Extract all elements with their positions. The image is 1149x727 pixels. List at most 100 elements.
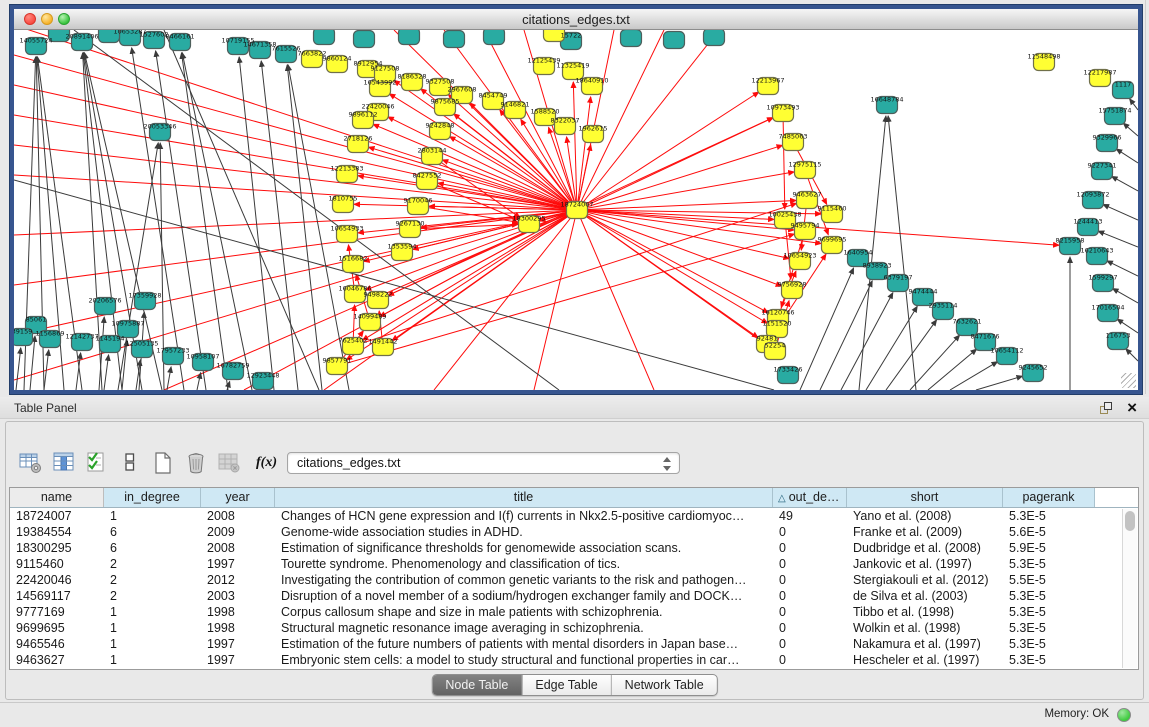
table-cell[interactable]: 9777169 bbox=[10, 604, 104, 620]
graph-node[interactable] bbox=[664, 32, 685, 49]
table-cell[interactable]: 0 bbox=[773, 556, 847, 572]
float-panel-icon[interactable] bbox=[1100, 402, 1113, 415]
graph-node[interactable] bbox=[621, 30, 642, 47]
table-row[interactable]: 969969511998Structural magnetic resonanc… bbox=[10, 620, 1138, 636]
table-settings-button[interactable] bbox=[17, 449, 45, 477]
table-cell[interactable]: 5.3E-5 bbox=[1003, 604, 1095, 620]
table-cell[interactable]: 5.5E-5 bbox=[1003, 572, 1095, 588]
table-cell[interactable]: 1 bbox=[104, 652, 201, 668]
table-row[interactable]: 1872400712008Changes of HCN gene express… bbox=[10, 508, 1138, 524]
table-cell[interactable]: Nakamura et al. (1997) bbox=[847, 636, 1003, 652]
table-cell[interactable]: 5.3E-5 bbox=[1003, 588, 1095, 604]
table-cell[interactable]: Embryonic stem cells: a model to study s… bbox=[275, 652, 773, 668]
table-cell[interactable]: Changes of HCN gene expression and I(f) … bbox=[275, 508, 773, 524]
table-cell[interactable]: Disruption of a novel member of a sodium… bbox=[275, 588, 773, 604]
graph-node[interactable] bbox=[354, 31, 375, 48]
table-cell[interactable]: 9463627 bbox=[10, 652, 104, 668]
table-cell[interactable]: 9699695 bbox=[10, 620, 104, 636]
table-cell[interactable]: 2 bbox=[104, 572, 201, 588]
graph-node[interactable] bbox=[704, 30, 725, 46]
column-header-in_degree[interactable]: in_degree bbox=[104, 488, 201, 507]
table-cell[interactable]: 18300295 bbox=[10, 540, 104, 556]
table-cell[interactable]: Wolkin et al. (1998) bbox=[847, 620, 1003, 636]
table-select-dropdown[interactable]: citations_edges.txt bbox=[287, 452, 680, 474]
table-cell[interactable]: Estimation of significance thresholds fo… bbox=[275, 540, 773, 556]
table-cell[interactable]: Structural magnetic resonance image aver… bbox=[275, 620, 773, 636]
table-row[interactable]: 911546021997Tourette syndrome. Phenomeno… bbox=[10, 556, 1138, 572]
table-row[interactable]: 2242004622012Investigating the contribut… bbox=[10, 572, 1138, 588]
table-cell[interactable]: 0 bbox=[773, 652, 847, 668]
table-cell[interactable]: Franke et al. (2009) bbox=[847, 524, 1003, 540]
graph-node[interactable] bbox=[399, 30, 420, 45]
column-header-year[interactable]: year bbox=[201, 488, 275, 507]
table-cell[interactable]: 1997 bbox=[201, 652, 275, 668]
table-cell[interactable]: 2009 bbox=[201, 524, 275, 540]
row-select-button[interactable] bbox=[83, 449, 111, 477]
memory-status-icon[interactable] bbox=[1117, 708, 1131, 722]
new-table-button[interactable] bbox=[149, 449, 177, 477]
table-cell[interactable]: Stergiakouli et al. (2012) bbox=[847, 572, 1003, 588]
table-row[interactable]: 977716911998Corpus callosum shape and si… bbox=[10, 604, 1138, 620]
table-cell[interactable]: Investigating the contribution of common… bbox=[275, 572, 773, 588]
table-cell[interactable]: 2012 bbox=[201, 572, 275, 588]
table-cell[interactable]: 1998 bbox=[201, 620, 275, 636]
scrollbar-thumb[interactable] bbox=[1125, 511, 1135, 531]
table-cell[interactable]: Estimation of the future numbers of pati… bbox=[275, 636, 773, 652]
table-cell[interactable]: 6 bbox=[104, 540, 201, 556]
table-cell[interactable]: 0 bbox=[773, 524, 847, 540]
table-cell[interactable]: 5.3E-5 bbox=[1003, 652, 1095, 668]
table-cell[interactable]: 2 bbox=[104, 556, 201, 572]
table-cell[interactable]: 14569117 bbox=[10, 588, 104, 604]
table-cell[interactable]: 5.3E-5 bbox=[1003, 556, 1095, 572]
table-cell[interactable]: 0 bbox=[773, 540, 847, 556]
table-cell[interactable]: Yano et al. (2008) bbox=[847, 508, 1003, 524]
table-cell[interactable]: Corpus callosum shape and size in male p… bbox=[275, 604, 773, 620]
table-row[interactable]: 1456911722003Disruption of a novel membe… bbox=[10, 588, 1138, 604]
table-cell[interactable]: 5.6E-5 bbox=[1003, 524, 1095, 540]
table-row[interactable]: 946362711997Embryonic stem cells: a mode… bbox=[10, 652, 1138, 668]
table-cell[interactable]: 5.3E-5 bbox=[1003, 620, 1095, 636]
table-cell[interactable]: Tourette syndrome. Phenomenology and cla… bbox=[275, 556, 773, 572]
delete-attributes-button[interactable] bbox=[182, 449, 210, 477]
table-cell[interactable]: 1997 bbox=[201, 636, 275, 652]
function-builder-button[interactable]: f(x) bbox=[256, 455, 277, 471]
table-cell[interactable]: 5.9E-5 bbox=[1003, 540, 1095, 556]
table-cell[interactable]: 0 bbox=[773, 604, 847, 620]
merge-rows-button[interactable] bbox=[116, 449, 144, 477]
table-cell[interactable]: 18724007 bbox=[10, 508, 104, 524]
tab-network-table[interactable]: Network Table bbox=[611, 675, 717, 695]
table-cell[interactable]: 2008 bbox=[201, 540, 275, 556]
table-row[interactable]: 1830029562008Estimation of significance … bbox=[10, 540, 1138, 556]
table-cell[interactable]: 0 bbox=[773, 588, 847, 604]
table-cell[interactable]: 9115460 bbox=[10, 556, 104, 572]
table-cell[interactable]: Tibbo et al. (1998) bbox=[847, 604, 1003, 620]
column-header-name[interactable]: name bbox=[10, 488, 104, 507]
table-cell[interactable]: 22420046 bbox=[10, 572, 104, 588]
table-cell[interactable]: 6 bbox=[104, 524, 201, 540]
table-cell[interactable]: Genome-wide association studies in ADHD. bbox=[275, 524, 773, 540]
close-panel-icon[interactable]: × bbox=[1127, 397, 1137, 419]
table-cell[interactable]: 5.3E-5 bbox=[1003, 636, 1095, 652]
table-cell[interactable]: 0 bbox=[773, 636, 847, 652]
table-cell[interactable]: Dudbridge et al. (2008) bbox=[847, 540, 1003, 556]
table-cell[interactable]: 1997 bbox=[201, 556, 275, 572]
table-cell[interactable]: 2003 bbox=[201, 588, 275, 604]
table-cell[interactable]: 1998 bbox=[201, 604, 275, 620]
column-header-pagerank[interactable]: pagerank bbox=[1003, 488, 1095, 507]
network-window[interactable]: citations_edges.txt 18724007140557242089… bbox=[10, 5, 1142, 394]
column-header-out_de[interactable]: △out_de… bbox=[773, 488, 847, 507]
table-cell[interactable]: 5.3E-5 bbox=[1003, 508, 1095, 524]
table-cell[interactable]: 1 bbox=[104, 636, 201, 652]
column-visibility-button[interactable] bbox=[50, 449, 78, 477]
network-canvas[interactable]: 1872400714055724208914061065328715276028… bbox=[14, 30, 1138, 390]
graph-node[interactable] bbox=[484, 30, 505, 45]
table-row[interactable]: 946554611997Estimation of the future num… bbox=[10, 636, 1138, 652]
table-cell[interactable]: 0 bbox=[773, 620, 847, 636]
resize-grip[interactable] bbox=[1121, 373, 1136, 388]
table-cell[interactable]: 2008 bbox=[201, 508, 275, 524]
table-cell[interactable]: 9465546 bbox=[10, 636, 104, 652]
table-cell[interactable]: 1 bbox=[104, 508, 201, 524]
table-cell[interactable]: Hescheler et al. (1997) bbox=[847, 652, 1003, 668]
graph-node[interactable] bbox=[444, 31, 465, 48]
table-cell[interactable]: 49 bbox=[773, 508, 847, 524]
